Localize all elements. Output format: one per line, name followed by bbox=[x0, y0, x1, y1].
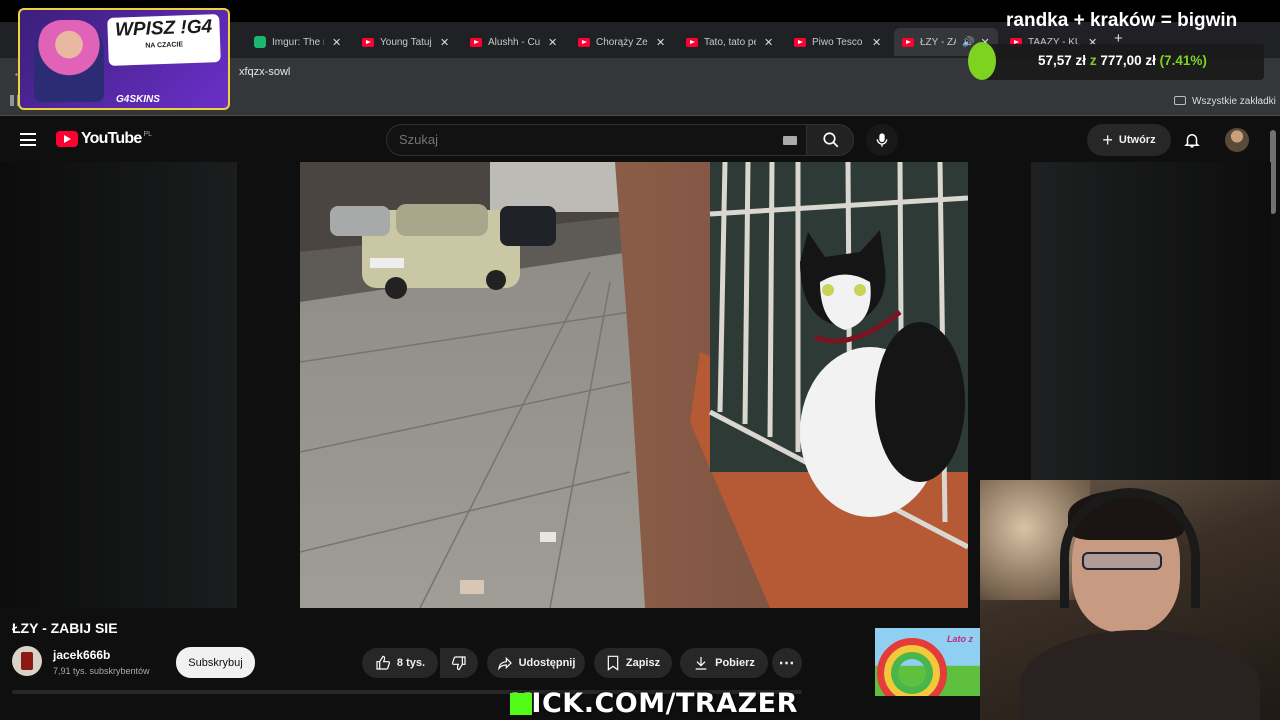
notifications-bell-icon[interactable] bbox=[1183, 131, 1201, 149]
download-button[interactable]: Pobierz bbox=[680, 648, 768, 678]
youtube-favicon-icon bbox=[902, 37, 914, 47]
ambient-right-panel bbox=[1031, 162, 1271, 480]
mini-thumbnail-text: Lato z bbox=[947, 634, 973, 644]
youtube-favicon-icon bbox=[686, 37, 698, 47]
tab-close-icon[interactable]: ✕ bbox=[656, 36, 665, 49]
browser-tab-4[interactable]: Chorąży Zep ✕ bbox=[570, 28, 674, 56]
avatar[interactable] bbox=[1225, 128, 1249, 152]
browser-tab-2[interactable]: Young Tatuje ✕ bbox=[354, 28, 458, 56]
youtube-favicon-icon bbox=[362, 37, 374, 47]
thumbs-up-icon bbox=[376, 655, 390, 670]
youtube-favicon-icon bbox=[470, 37, 482, 47]
tab-title: Tato, tato pe bbox=[704, 36, 756, 48]
browser-tab-5[interactable]: Tato, tato pe ✕ bbox=[678, 28, 782, 56]
url-text: xfqzx-sowl bbox=[239, 66, 291, 78]
promo-line-1: WPISZ !G4 bbox=[114, 16, 213, 41]
plus-icon: + bbox=[1102, 129, 1113, 150]
channel-avatar[interactable] bbox=[12, 646, 42, 676]
kick-k-icon bbox=[510, 693, 532, 715]
webcam-overlay bbox=[980, 480, 1280, 720]
microphone-icon bbox=[876, 133, 888, 147]
promo-brand: G4SKINS bbox=[116, 94, 160, 105]
kick-channel-url: KICK.COM/TRAZER bbox=[510, 688, 798, 719]
tab-close-icon[interactable]: ✕ bbox=[872, 36, 881, 49]
tab-close-icon[interactable]: ✕ bbox=[440, 36, 449, 49]
browser-tab-6[interactable]: Piwo Tesco ✕ bbox=[786, 28, 890, 56]
tab-close-icon[interactable]: ✕ bbox=[332, 36, 341, 49]
like-count: 8 tys. bbox=[396, 657, 426, 669]
dislike-button[interactable] bbox=[440, 648, 478, 678]
thumbs-down-icon bbox=[452, 656, 466, 671]
browser-tab-3[interactable]: Alushh - Cu ✕ bbox=[462, 28, 566, 56]
save-label: Zapisz bbox=[625, 657, 661, 669]
channel-name[interactable]: jacek666b bbox=[53, 648, 110, 662]
imgur-favicon-icon bbox=[254, 36, 266, 48]
promo-sign: WPISZ !G4 NA CZACIE bbox=[107, 14, 221, 66]
video-title: ŁZY - ZABIJ SIE bbox=[12, 620, 118, 636]
youtube-favicon-icon bbox=[794, 37, 806, 47]
mini-thumbnail: Lato z bbox=[875, 628, 980, 696]
video-player[interactable] bbox=[300, 162, 968, 608]
tab-close-icon[interactable]: ✕ bbox=[548, 36, 557, 49]
keyboard-icon[interactable] bbox=[783, 136, 797, 145]
search-button[interactable] bbox=[806, 124, 854, 156]
tab-title: Alushh - Cu bbox=[488, 36, 540, 48]
streamer-body bbox=[1020, 630, 1260, 720]
tab-title: Piwo Tesco bbox=[812, 36, 863, 48]
goal-percent: (7.41%) bbox=[1159, 53, 1207, 68]
rainbow-icon bbox=[877, 638, 947, 696]
promo-banner: WPISZ !G4 NA CZACIE G4SKINS bbox=[18, 8, 230, 110]
subscribe-button[interactable]: Subskrybuj bbox=[176, 647, 255, 678]
goal-target: 777,00 zł bbox=[1100, 53, 1156, 68]
share-arrow-icon bbox=[497, 656, 512, 671]
voice-search-button[interactable] bbox=[866, 124, 898, 156]
folder-icon bbox=[1174, 96, 1186, 105]
browser-tab-1[interactable]: Imgur: The m ✕ bbox=[246, 28, 350, 56]
share-label: Udostępnij bbox=[518, 657, 576, 669]
region-code: PL bbox=[143, 130, 153, 138]
youtube-favicon-icon bbox=[578, 37, 590, 47]
more-dots-icon: ⋯ bbox=[778, 655, 796, 672]
search-icon bbox=[823, 132, 839, 148]
tab-close-icon[interactable]: ✕ bbox=[764, 36, 773, 49]
all-bookmarks-link[interactable]: Wszystkie zakładki bbox=[1192, 96, 1276, 107]
youtube-logo-text: YouTube bbox=[81, 130, 142, 147]
youtube-play-logo-icon bbox=[56, 131, 78, 147]
goal-progress-blob-icon bbox=[968, 42, 996, 80]
hamburger-menu-icon[interactable] bbox=[20, 133, 36, 146]
donation-goal-text: 57,57 zł z 777,00 zł (7.41%) bbox=[1038, 53, 1207, 68]
tab-title: Imgur: The m bbox=[272, 36, 324, 48]
subscribe-label: Subskrybuj bbox=[188, 656, 243, 669]
create-label: Utwórz bbox=[1118, 134, 1156, 146]
create-button[interactable]: + Utwórz bbox=[1087, 124, 1171, 156]
stream-title: randka + kraków = bigwin bbox=[1006, 10, 1238, 31]
tab-title: Young Tatuje bbox=[380, 36, 432, 48]
download-label: Pobierz bbox=[715, 657, 755, 669]
share-button[interactable]: Udostępnij bbox=[487, 648, 585, 678]
kick-url-text: KICK.COM/TRAZER bbox=[510, 688, 798, 719]
goal-separator: z bbox=[1089, 53, 1097, 68]
promo-character-icon bbox=[34, 20, 104, 102]
ambient-left-panel bbox=[0, 162, 237, 608]
glasses-icon bbox=[1082, 552, 1162, 570]
goal-current: 57,57 zł bbox=[1038, 53, 1087, 68]
more-actions-button[interactable]: ⋯ bbox=[772, 648, 802, 678]
youtube-logo[interactable]: YouTube PL bbox=[56, 130, 152, 148]
search-box[interactable] bbox=[386, 124, 854, 156]
download-icon bbox=[695, 657, 707, 670]
bookmark-icon bbox=[607, 655, 619, 671]
search-input[interactable] bbox=[399, 132, 779, 147]
tab-title: ŁZY - ZA bbox=[920, 36, 956, 48]
subscriber-count: 7,91 tys. subskrybentów bbox=[53, 666, 150, 676]
like-button[interactable]: 8 tys. bbox=[362, 648, 438, 678]
save-button[interactable]: Zapisz bbox=[594, 648, 672, 678]
video-frame-cat-photo bbox=[300, 162, 968, 608]
tab-title: Chorąży Zep bbox=[596, 36, 648, 48]
